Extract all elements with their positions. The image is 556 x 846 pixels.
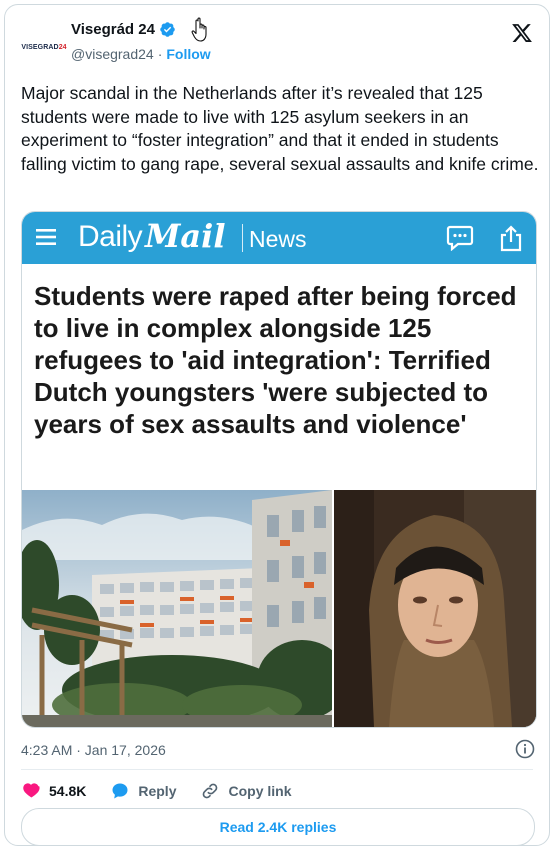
reply-bubble-icon <box>112 783 128 799</box>
x-logo-icon[interactable] <box>511 22 533 44</box>
comment-icon <box>446 225 474 251</box>
link-icon <box>203 783 218 799</box>
author-handle[interactable]: @visegrad24 <box>71 46 154 62</box>
author-name[interactable]: Visegrád 24 <box>71 21 155 38</box>
author-name-row[interactable]: Visegrád 24 <box>71 21 176 38</box>
menu-icon <box>36 229 56 245</box>
like-button[interactable]: 54.8K <box>21 781 86 801</box>
handle-separator: · <box>157 46 163 62</box>
reply-label: Reply <box>138 783 177 799</box>
tweet-text: Major scandal in the Netherlands after i… <box>21 83 539 174</box>
embedded-article-image[interactable]: Daily Mail News Students were raped afte… <box>21 211 537 728</box>
dailymail-brand-mail: Mail <box>145 217 226 255</box>
like-count: 54.8K <box>49 783 87 799</box>
author-handle-row: @visegrad24 · Follow <box>71 46 211 62</box>
action-divider <box>21 769 533 770</box>
brand-divider <box>242 224 243 252</box>
article-headline: Students were raped after being forced t… <box>34 281 517 439</box>
share-icon <box>500 225 522 252</box>
info-icon[interactable] <box>515 739 535 759</box>
woman-portrait-photo <box>334 490 536 727</box>
follow-button[interactable]: Follow <box>166 46 210 62</box>
heart-icon <box>23 783 40 798</box>
dailymail-header-bar: Daily Mail News <box>22 212 536 264</box>
dailymail-brand-daily: Daily <box>78 220 143 253</box>
author-avatar[interactable]: VISEGRAD24 <box>21 25 67 69</box>
reply-button[interactable]: Reply <box>110 781 176 801</box>
tweet-header: VISEGRAD24 Visegrád 24 @visegrad24 · Fol… <box>5 5 549 75</box>
verified-badge-icon <box>160 22 175 37</box>
building-photo <box>22 490 332 727</box>
read-replies-button[interactable]: Read 2.4K replies <box>21 808 535 845</box>
copy-link-button[interactable]: Copy link <box>200 781 292 801</box>
copy-link-label: Copy link <box>228 783 292 799</box>
tweet-timestamp[interactable]: 4:23 AM · Jan 17, 2026 <box>21 742 166 758</box>
avatar-logo: VISEGRAD24 <box>21 43 67 51</box>
tweet-actions: 54.8K Reply Copy link <box>21 779 316 803</box>
tweet-card: VISEGRAD24 Visegrád 24 @visegrad24 · Fol… <box>4 4 550 846</box>
dailymail-section-label: News <box>249 226 307 252</box>
hand-cursor-icon <box>191 17 207 42</box>
